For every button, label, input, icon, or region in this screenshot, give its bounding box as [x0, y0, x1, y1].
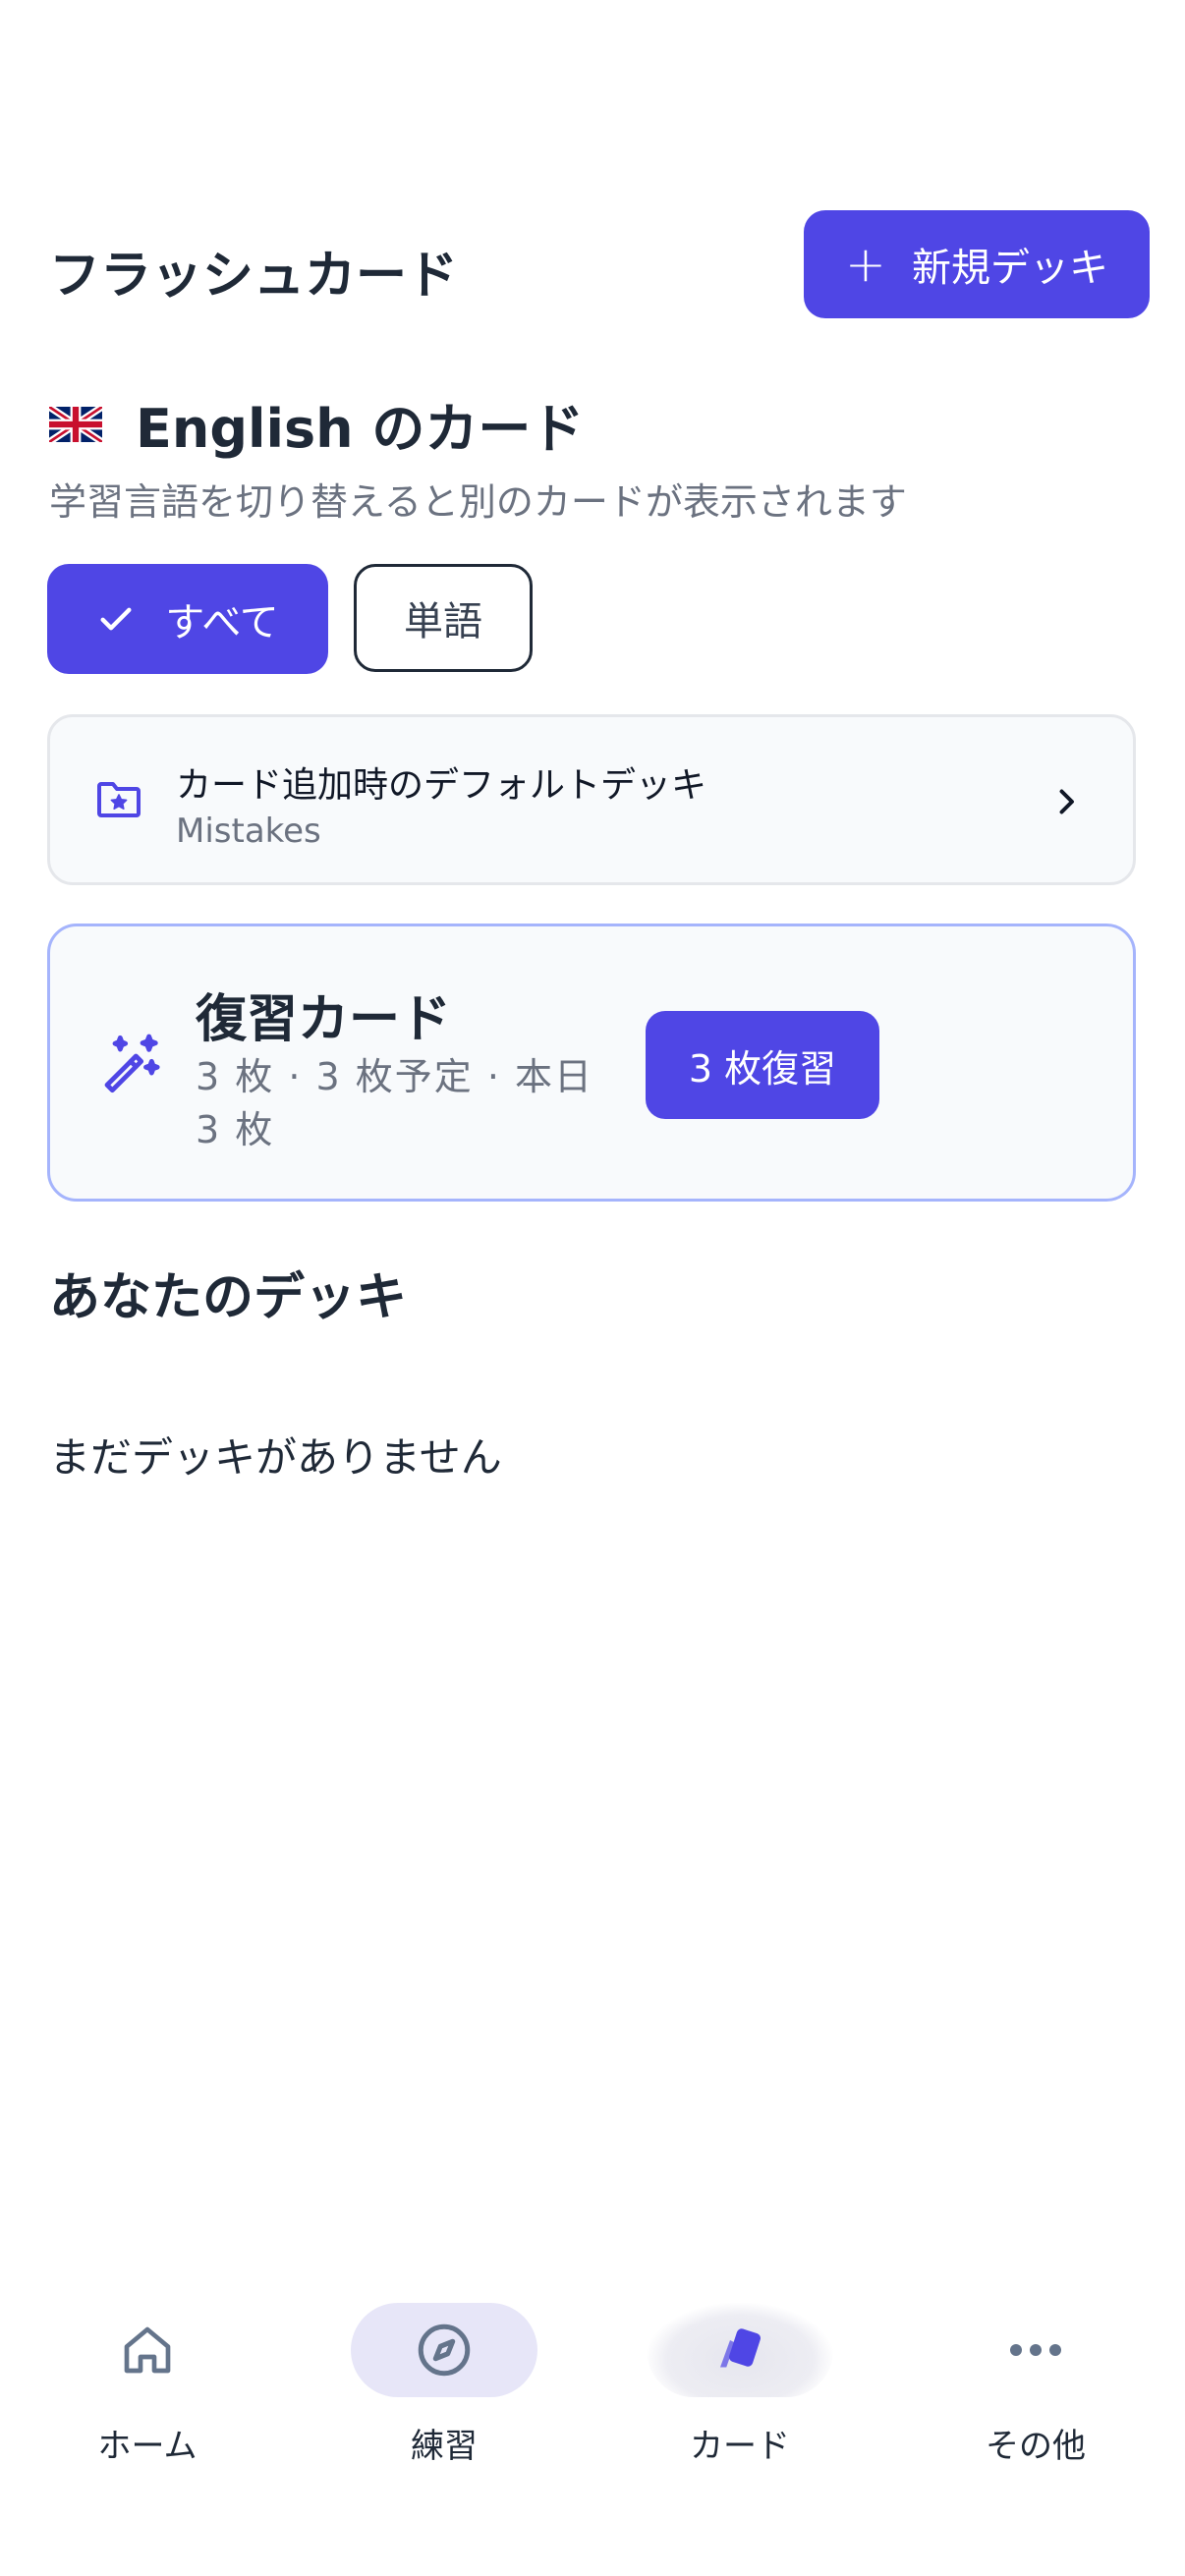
magic-wand-icon	[104, 1034, 160, 1093]
default-deck-value: Mistakes	[176, 812, 321, 851]
chevron-right-icon	[1059, 789, 1074, 814]
bottom-nav: ホーム 練習 カード その他	[0, 2289, 1185, 2576]
new-deck-button[interactable]: + 新規デッキ	[804, 210, 1150, 318]
language-header: English のカード	[49, 385, 584, 463]
new-deck-label: 新規デッキ	[911, 246, 1108, 291]
page-title: フラッシュカード	[49, 247, 459, 306]
nav-practice-label: 練習	[411, 2427, 478, 2466]
home-icon	[124, 2326, 171, 2374]
filter-all-chip[interactable]: すべて	[47, 564, 328, 674]
language-title: English のカード	[136, 398, 585, 460]
nav-more-label: その他	[986, 2427, 1086, 2466]
nav-item-cards[interactable]: カード	[592, 2289, 887, 2486]
nav-cards-label: カード	[690, 2427, 790, 2466]
folder-star-icon	[97, 782, 141, 817]
review-title: 復習カード	[196, 990, 452, 1049]
decks-section-title: あなたのデッキ	[49, 1268, 408, 1327]
compass-icon	[418, 2324, 471, 2377]
default-deck-row[interactable]: カード追加時のデフォルトデッキ Mistakes	[47, 714, 1136, 885]
filter-word-label: 単語	[404, 599, 482, 644]
filter-all-label: すべて	[165, 600, 279, 645]
nav-item-more[interactable]: その他	[888, 2289, 1183, 2486]
more-icon	[1010, 2344, 1061, 2356]
nav-home-label: ホーム	[97, 2427, 198, 2466]
decks-empty-text: まだデッキがありません	[49, 1433, 502, 1482]
nav-item-home[interactable]: ホーム	[0, 2289, 295, 2486]
review-card: 復習カード 3 枚 · 3 枚予定 · 本日 3 枚 3 枚復習	[47, 924, 1136, 1202]
filter-word-chip[interactable]: 単語	[354, 564, 533, 672]
nav-item-practice[interactable]: 練習	[297, 2289, 592, 2486]
check-icon	[100, 607, 132, 631]
plus-icon: +	[845, 236, 886, 293]
review-subtitle: 3 枚 · 3 枚予定 · 本日 3 枚	[196, 1055, 593, 1151]
language-subtitle: 学習言語を切り替えると別のカードが表示されます	[49, 480, 907, 524]
cards-icon	[720, 2328, 761, 2368]
default-deck-title: カード追加時のデフォルトデッキ	[176, 765, 707, 806]
review-button[interactable]: 3 枚復習	[646, 1011, 879, 1119]
uk-flag-icon	[49, 406, 102, 442]
